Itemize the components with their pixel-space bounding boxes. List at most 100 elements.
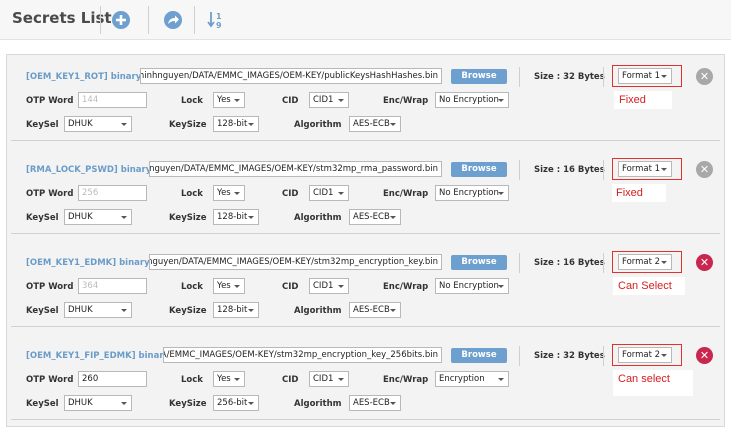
toolbar-divider xyxy=(100,6,101,34)
enc-wrap-label: Enc/Wrap xyxy=(383,189,429,199)
keysize-select[interactable]: 128-bit xyxy=(213,209,259,225)
binary-path-input[interactable]: ome/thinhnguyen/DATA/EMMC_IMAGES/OEM-KEY… xyxy=(140,68,442,84)
cid-label: CID xyxy=(282,96,299,106)
binary-path-input[interactable]: n/DATA/EMMC_IMAGES/OEM-KEY/stm32mp_encry… xyxy=(163,347,442,363)
toolbar-divider xyxy=(148,6,149,34)
annotation-note: Fixed xyxy=(619,94,646,106)
entry-divider xyxy=(11,326,720,327)
enc-wrap-select[interactable]: Encryption xyxy=(435,371,509,387)
divider xyxy=(603,253,604,273)
entry-divider xyxy=(11,140,720,141)
divider xyxy=(519,346,520,366)
binary-path-input[interactable]: e/thinhnguyen/DATA/EMMC_IMAGES/OEM-KEY/s… xyxy=(149,161,442,177)
format-select[interactable]: Format 2 xyxy=(618,347,672,363)
keysize-label: KeySize xyxy=(169,399,207,409)
toolbar: Secrets List 1 9 xyxy=(0,0,731,40)
entry-divider xyxy=(11,419,720,420)
toolbar-divider xyxy=(194,6,195,34)
delete-entry-icon[interactable]: ✕ xyxy=(696,347,713,364)
page-title: Secrets List xyxy=(12,9,112,27)
format-select[interactable]: Format 1 xyxy=(618,68,672,84)
otp-word-input[interactable]: 256 xyxy=(78,185,147,201)
size-label: Size : 32 Bytes xyxy=(534,72,605,82)
secrets-panel: [OEM_KEY1_ROT] binary : ome/thinhnguyen/… xyxy=(6,54,725,427)
annotation-note: Fixed xyxy=(616,187,643,199)
annotation-note: Can Select xyxy=(618,280,672,292)
sort-numeric-icon[interactable]: 1 9 xyxy=(205,9,227,31)
divider xyxy=(519,67,520,87)
keysize-label: KeySize xyxy=(169,213,207,223)
keysel-label: KeySel xyxy=(26,213,59,223)
cid-label: CID xyxy=(282,189,299,199)
otp-word-input[interactable]: 364 xyxy=(78,278,147,294)
keysel-label: KeySel xyxy=(26,306,59,316)
plus-circle-icon[interactable] xyxy=(110,9,132,31)
enc-wrap-label: Enc/Wrap xyxy=(383,375,429,385)
cid-select[interactable]: CID1 xyxy=(309,92,349,108)
otp-word-label: OTP Word xyxy=(26,282,74,292)
binary-path-input[interactable]: e/thinhnguyen/DATA/EMMC_IMAGES/OEM-KEY/s… xyxy=(149,254,442,270)
lock-select[interactable]: Yes xyxy=(213,185,245,201)
keysize-label: KeySize xyxy=(169,120,207,130)
binary-label: [OEM_KEY1_ROT] binary : xyxy=(26,72,148,82)
cid-select[interactable]: CID1 xyxy=(309,278,349,294)
cid-select[interactable]: CID1 xyxy=(309,371,349,387)
keysize-select[interactable]: 128-bit xyxy=(213,116,259,132)
divider xyxy=(603,67,604,87)
enc-wrap-label: Enc/Wrap xyxy=(383,282,429,292)
delete-entry-icon[interactable]: ✕ xyxy=(696,68,713,85)
otp-word-input[interactable]: 260 xyxy=(78,371,147,387)
format-select[interactable]: Format 2 xyxy=(618,254,672,270)
keysize-select[interactable]: 256-bit xyxy=(213,395,259,411)
lock-label: Lock xyxy=(181,96,203,106)
lock-select[interactable]: Yes xyxy=(213,278,245,294)
binary-label: [RMA_LOCK_PSWD] binary : xyxy=(26,165,158,175)
algorithm-label: Algorithm xyxy=(294,120,342,130)
keysel-select[interactable]: DHUK xyxy=(64,116,132,132)
binary-label: [OEM_KEY1_FIP_EDMK] binary : xyxy=(26,351,176,361)
enc-wrap-select[interactable]: No Encryption xyxy=(435,278,509,294)
algorithm-select[interactable]: AES-ECB xyxy=(349,302,401,318)
delete-entry-icon[interactable]: ✕ xyxy=(696,161,713,178)
algorithm-select[interactable]: AES-ECB xyxy=(349,395,401,411)
cid-label: CID xyxy=(282,282,299,292)
otp-word-input[interactable]: 144 xyxy=(78,92,147,108)
algorithm-select[interactable]: AES-ECB xyxy=(349,116,401,132)
keysel-select[interactable]: DHUK xyxy=(64,302,132,318)
algorithm-select[interactable]: AES-ECB xyxy=(349,209,401,225)
svg-text:9: 9 xyxy=(216,21,222,30)
browse-button[interactable]: Browse xyxy=(451,162,507,177)
share-arrow-icon[interactable] xyxy=(162,9,184,31)
keysel-label: KeySel xyxy=(26,399,59,409)
keysel-select[interactable]: DHUK xyxy=(64,209,132,225)
divider xyxy=(519,253,520,273)
keysel-label: KeySel xyxy=(26,120,59,130)
lock-label: Lock xyxy=(181,375,203,385)
divider xyxy=(603,160,604,180)
keysize-label: KeySize xyxy=(169,306,207,316)
browse-button[interactable]: Browse xyxy=(451,348,507,363)
delete-entry-icon[interactable]: ✕ xyxy=(696,254,713,271)
algorithm-label: Algorithm xyxy=(294,306,342,316)
binary-label: [OEM_KEY1_EDMK] binary : xyxy=(26,258,156,268)
lock-select[interactable]: Yes xyxy=(213,371,245,387)
browse-button[interactable]: Browse xyxy=(451,255,507,270)
size-label: Size : 16 Bytes xyxy=(534,258,605,268)
format-select[interactable]: Format 1 xyxy=(618,161,672,177)
annotation-note: Can select xyxy=(618,373,670,385)
entry-divider xyxy=(11,233,720,234)
enc-wrap-select[interactable]: No Encryption xyxy=(435,92,509,108)
size-label: Size : 32 Bytes xyxy=(534,351,605,361)
otp-word-label: OTP Word xyxy=(26,96,74,106)
divider xyxy=(519,160,520,180)
browse-button[interactable]: Browse xyxy=(451,69,507,84)
lock-select[interactable]: Yes xyxy=(213,92,245,108)
enc-wrap-select[interactable]: No Encryption xyxy=(435,185,509,201)
lock-label: Lock xyxy=(181,189,203,199)
lock-label: Lock xyxy=(181,282,203,292)
divider xyxy=(603,346,604,366)
cid-select[interactable]: CID1 xyxy=(309,185,349,201)
keysize-select[interactable]: 128-bit xyxy=(213,302,259,318)
keysel-select[interactable]: DHUK xyxy=(64,395,132,411)
enc-wrap-label: Enc/Wrap xyxy=(383,96,429,106)
